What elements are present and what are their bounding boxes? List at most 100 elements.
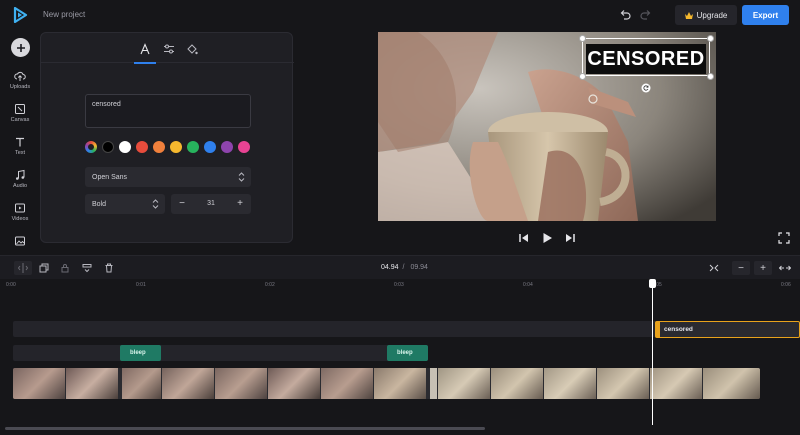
resize-handle[interactable] — [707, 73, 714, 80]
upgrade-label: Upgrade — [696, 10, 728, 20]
color-swatch[interactable] — [204, 141, 216, 153]
censored-text-overlay[interactable]: CENSORED — [586, 44, 706, 74]
skip-forward-icon[interactable] — [564, 232, 576, 244]
sidebar-item-label: Audio — [12, 183, 28, 189]
video-thumbnail — [321, 368, 374, 399]
panel-tabs — [41, 33, 294, 64]
redo-icon[interactable] — [639, 8, 653, 22]
sidebar-item-text[interactable]: Text — [0, 136, 40, 166]
duplicate-button[interactable] — [37, 261, 51, 275]
upgrade-button[interactable]: Upgrade — [675, 5, 737, 25]
expand-timeline-button[interactable] — [778, 261, 792, 275]
sidebar-item-label: Videos — [11, 216, 29, 222]
color-swatch[interactable] — [170, 141, 182, 153]
canvas-icon — [15, 104, 25, 114]
timecode: 04.94/ 09.94 — [381, 264, 428, 271]
split-icon — [18, 263, 28, 273]
font-size-stepper[interactable]: − 31 + — [171, 194, 251, 214]
playhead-line[interactable] — [652, 279, 653, 425]
timeline-scrollbar[interactable] — [5, 427, 485, 430]
layers-icon — [82, 264, 92, 273]
add-media-button[interactable] — [11, 38, 30, 57]
fullscreen-icon[interactable] — [778, 232, 790, 244]
font-weight-value: Bold — [92, 200, 107, 208]
video-editor: New project Upgrade Export Uploads Canva… — [0, 0, 800, 435]
video-thumbnail — [122, 368, 162, 399]
video-thumbnail — [13, 368, 66, 399]
project-name[interactable]: New project — [43, 10, 85, 19]
collapse-icon — [709, 264, 719, 272]
zoom-in-button[interactable]: + — [754, 261, 772, 275]
tab-text-adjust[interactable] — [160, 40, 178, 58]
fit-timeline-button[interactable] — [707, 261, 721, 275]
video-thumbnail — [544, 368, 597, 399]
color-picker-swatch[interactable] — [85, 141, 97, 153]
increase-size-button[interactable]: + — [234, 197, 246, 211]
audio-track[interactable] — [13, 345, 428, 361]
current-time: 04.94 — [381, 264, 399, 271]
lock-icon — [61, 264, 69, 273]
video-clip[interactable] — [13, 368, 760, 399]
font-size-value[interactable]: 31 — [201, 200, 221, 207]
text-clip-censored[interactable]: censored — [655, 321, 800, 338]
color-swatches — [85, 141, 255, 153]
duplicate-icon — [39, 263, 49, 273]
upload-cloud-icon — [14, 71, 26, 81]
skip-back-icon[interactable] — [518, 232, 530, 244]
rotate-icon[interactable] — [641, 83, 651, 93]
video-thumbnail — [374, 368, 427, 399]
video-thumbnail — [703, 368, 760, 399]
color-swatch[interactable] — [187, 141, 199, 153]
undo-icon[interactable] — [618, 8, 632, 22]
split-button[interactable] — [14, 261, 32, 275]
video-thumbnail — [66, 368, 119, 399]
text-content-field[interactable]: censored — [85, 94, 251, 128]
left-sidebar: Uploads Canvas Text Audio Videos — [0, 30, 40, 255]
play-icon[interactable] — [541, 232, 553, 244]
export-button[interactable]: Export — [742, 5, 789, 25]
trash-icon — [105, 263, 113, 273]
sidebar-item-canvas[interactable]: Canvas — [0, 103, 40, 133]
video-thumbnail — [430, 368, 438, 399]
video-thumbnail — [650, 368, 703, 399]
audio-clip-bleep[interactable]: bleep — [120, 345, 161, 361]
timeline-toolbar: 04.94/ 09.94 − + — [0, 255, 800, 279]
sidebar-item-uploads[interactable]: Uploads — [0, 70, 40, 100]
timeline-ruler[interactable]: 0:00 0:01 0:02 0:03 0:04 0:05 0:06 — [0, 279, 800, 293]
video-thumbnail — [597, 368, 650, 399]
font-a-icon — [140, 43, 150, 55]
paint-bucket-icon — [187, 44, 198, 55]
sidebar-item-videos[interactable]: Videos — [0, 202, 40, 232]
music-note-icon — [16, 169, 25, 180]
crown-icon — [684, 11, 693, 19]
resize-handle[interactable] — [579, 73, 586, 80]
playhead-handle[interactable] — [649, 279, 656, 288]
resize-handle[interactable] — [579, 35, 586, 42]
tab-text-font[interactable] — [134, 40, 156, 64]
app-logo-icon[interactable] — [12, 7, 28, 23]
tab-text-fill[interactable] — [183, 40, 201, 58]
color-swatch[interactable] — [102, 141, 114, 153]
color-swatch[interactable] — [119, 141, 131, 153]
sidebar-item-label: Canvas — [10, 117, 30, 123]
audio-clip-bleep[interactable]: bleep — [387, 345, 428, 361]
font-family-select[interactable]: Open Sans — [85, 167, 251, 187]
sidebar-item-label: Text — [14, 150, 26, 156]
total-time: 09.94 — [410, 264, 428, 271]
color-swatch[interactable] — [153, 141, 165, 153]
decrease-size-button[interactable]: − — [176, 197, 188, 211]
sidebar-item-audio[interactable]: Audio — [0, 169, 40, 199]
arrange-button[interactable] — [80, 261, 94, 275]
video-icon — [15, 203, 25, 213]
video-thumbnail — [215, 368, 268, 399]
color-swatch[interactable] — [221, 141, 233, 153]
delete-button[interactable] — [102, 261, 116, 275]
font-weight-select[interactable]: Bold — [85, 194, 165, 214]
lock-button[interactable] — [58, 261, 72, 275]
ruler-label: 0:01 — [136, 282, 146, 288]
ruler-label: 0:03 — [394, 282, 404, 288]
color-swatch[interactable] — [238, 141, 250, 153]
resize-handle[interactable] — [707, 35, 714, 42]
zoom-out-button[interactable]: − — [732, 261, 750, 275]
color-swatch[interactable] — [136, 141, 148, 153]
